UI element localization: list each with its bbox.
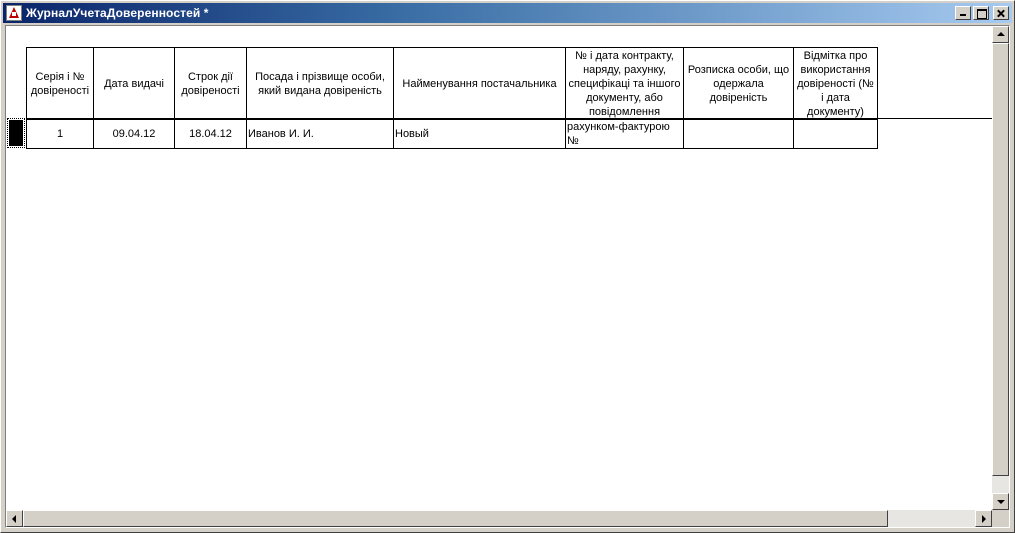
scroll-up-button[interactable]: [992, 26, 1009, 43]
cell-supplier[interactable]: Новый: [393, 119, 566, 149]
app-window: ЖурналУчетаДоверенностей * Серія і № дов…: [0, 0, 1015, 533]
header-supplier: Найменування постачальника: [393, 47, 566, 120]
vertical-scroll-thumb[interactable]: [992, 43, 1009, 476]
cell-document[interactable]: рахунком-фактурою №: [565, 119, 684, 149]
cell-usage-mark[interactable]: [793, 119, 878, 149]
window-controls: [955, 6, 1009, 20]
vertical-scrollbar[interactable]: [992, 26, 1009, 510]
header-issue-date: Дата видачі: [93, 47, 175, 120]
maximize-button[interactable]: [973, 6, 989, 20]
report-sheet[interactable]: Серія і № довіреності Дата видачі Строк …: [6, 26, 992, 510]
table-row[interactable]: 1 09.04.12 18.04.12 Иванов И. И. Новый р…: [26, 119, 878, 149]
scrollbar-corner: [992, 510, 1009, 527]
journal-table: Серія і № довіреності Дата видачі Строк …: [26, 47, 878, 149]
header-series: Серія і № довіреності: [26, 47, 94, 120]
scroll-down-button[interactable]: [992, 493, 1009, 510]
row-separator-line: [26, 118, 992, 119]
cell-receipt[interactable]: [683, 119, 794, 149]
window-title: ЖурналУчетаДоверенностей *: [26, 6, 209, 20]
cell-person[interactable]: Иванов И. И.: [246, 119, 394, 149]
header-receipt: Розписка особи, що одержала довіреність: [683, 47, 794, 120]
scroll-left-button[interactable]: [6, 510, 23, 527]
title-bar[interactable]: ЖурналУчетаДоверенностей *: [3, 3, 1012, 23]
cell-valid-until[interactable]: 18.04.12: [174, 119, 247, 149]
header-person: Посада і прізвище особи, який видана дов…: [246, 47, 394, 120]
app-logo-icon[interactable]: [6, 5, 22, 21]
cell-series[interactable]: 1: [26, 119, 94, 149]
header-usage-mark: Відмітка про використання довіреності (№…: [793, 47, 878, 120]
table-header-row: Серія і № довіреності Дата видачі Строк …: [26, 47, 878, 120]
active-row-marker[interactable]: [7, 118, 25, 148]
horizontal-scrollbar[interactable]: [6, 510, 992, 527]
header-valid-until: Строк дії довіреності: [174, 47, 247, 120]
horizontal-scroll-thumb[interactable]: [23, 510, 888, 527]
close-button[interactable]: [993, 6, 1009, 20]
header-document: № і дата контракту, наряду, рахунку, спе…: [565, 47, 684, 120]
document-area: Серія і № довіреності Дата видачі Строк …: [5, 25, 1010, 528]
minimize-button[interactable]: [955, 6, 971, 20]
scroll-right-button[interactable]: [975, 510, 992, 527]
cell-issue-date[interactable]: 09.04.12: [93, 119, 175, 149]
